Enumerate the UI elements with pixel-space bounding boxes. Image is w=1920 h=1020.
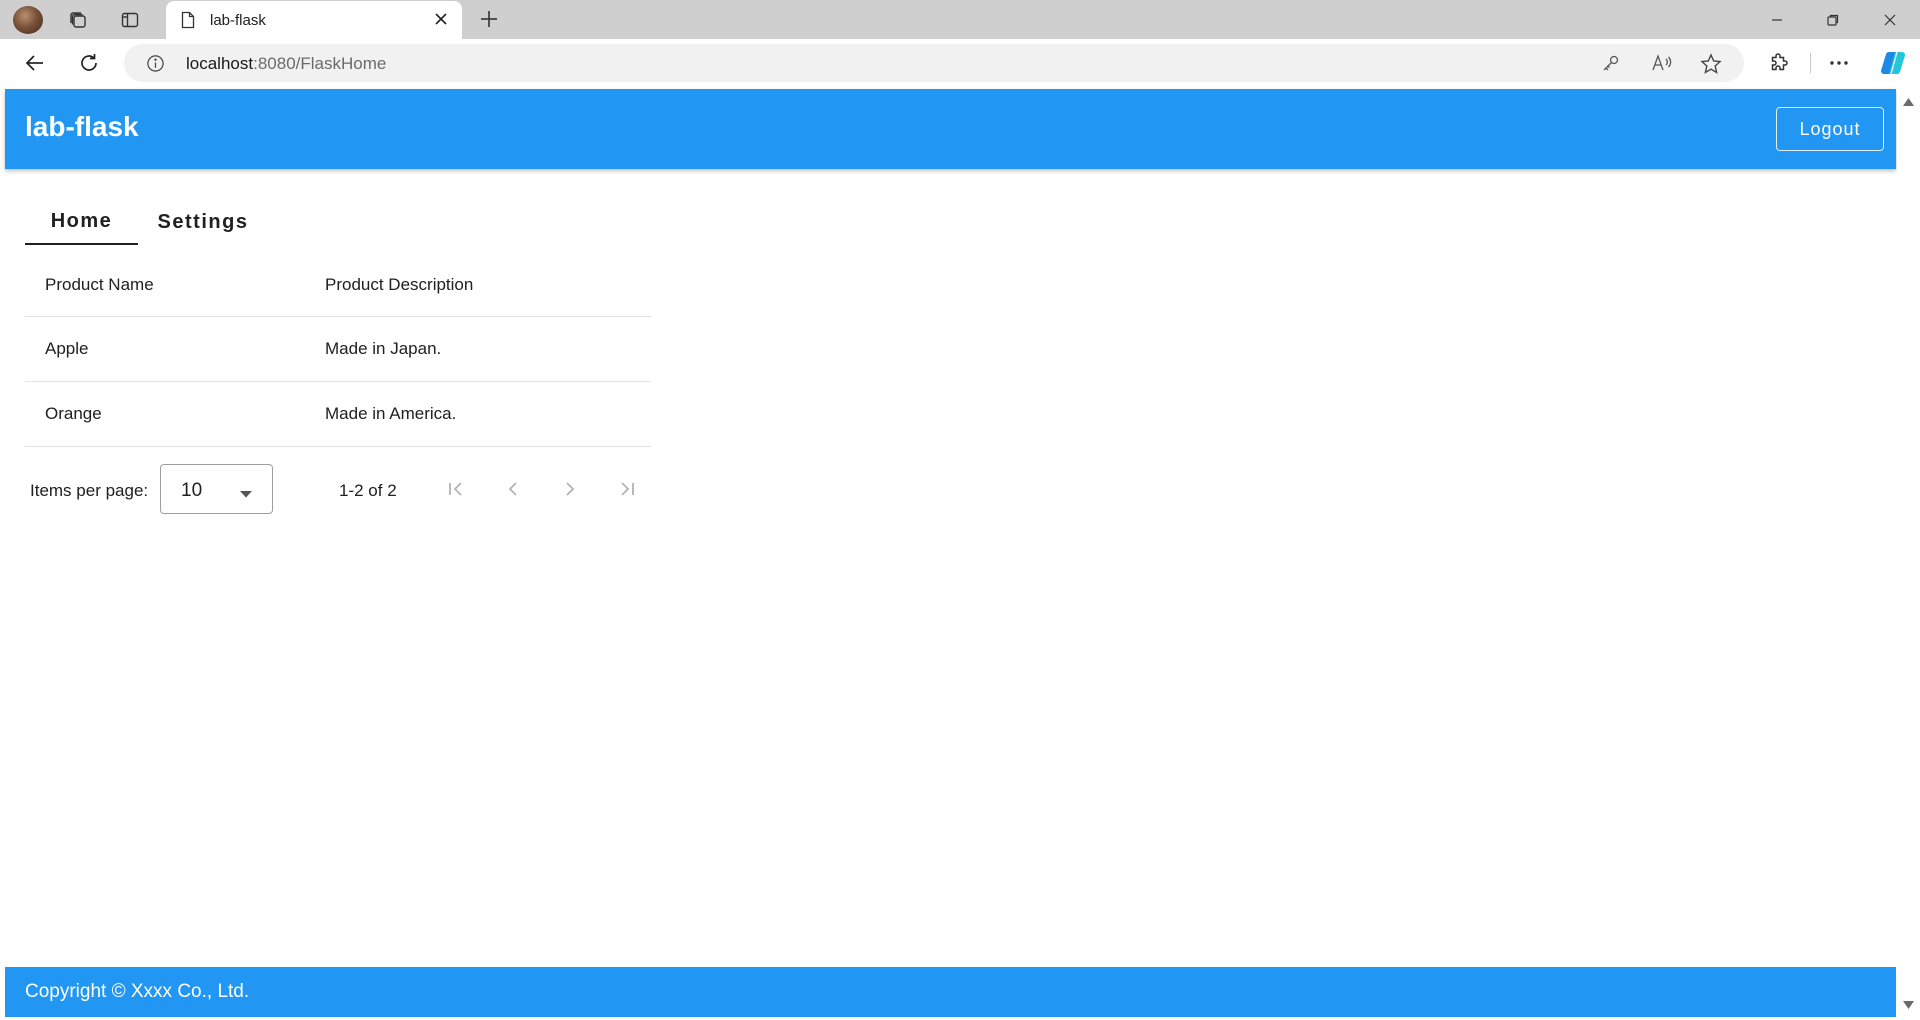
url-text[interactable]: localhost:8080/FlaskHome (186, 54, 386, 74)
table-row[interactable]: Orange Made in America. (25, 382, 651, 447)
extensions-icon[interactable] (1762, 47, 1796, 79)
vertical-scrollbar[interactable] (1897, 87, 1920, 1020)
items-per-page-value: 10 (181, 480, 203, 501)
table-row[interactable]: Apple Made in Japan. (25, 317, 651, 382)
more-options-icon[interactable] (1822, 47, 1856, 79)
tab-settings[interactable]: Settings (138, 199, 268, 245)
browser-tab-active[interactable]: lab-flask (166, 1, 462, 39)
workspaces-icon[interactable] (62, 6, 94, 34)
cell-product-description: Made in America. (325, 404, 457, 423)
password-key-icon[interactable] (1601, 53, 1621, 78)
copyright-text: Copyright © Xxxx Co., Ltd. (25, 981, 250, 1002)
cell-product-name: Apple (45, 339, 89, 358)
items-per-page-select[interactable]: 10 (160, 464, 273, 514)
page-viewport: lab-flask Logout Home Settings Product N… (0, 87, 1920, 1020)
favorite-star-icon[interactable] (1700, 53, 1722, 80)
table-pagination: Items per page: 10 1-2 of 2 (25, 463, 651, 517)
column-header-product-name[interactable]: Product Name (45, 275, 154, 295)
minimize-icon[interactable] (1749, 0, 1805, 39)
app-header: lab-flask Logout (5, 89, 1896, 169)
table-header-row: Product Name Product Description (25, 255, 651, 317)
scroll-up-arrow-icon[interactable] (1903, 93, 1914, 111)
back-arrow-icon[interactable] (18, 47, 52, 79)
column-header-product-description[interactable]: Product Description (325, 275, 473, 295)
pagination-range: 1-2 of 2 (339, 481, 397, 500)
logout-button[interactable]: Logout (1776, 107, 1884, 151)
site-info-icon[interactable] (146, 54, 165, 78)
first-page-icon[interactable] (442, 475, 470, 503)
restore-icon[interactable] (1805, 0, 1861, 39)
cell-product-description: Made in Japan. (325, 339, 442, 358)
page-tabs: Home Settings (25, 199, 268, 245)
vertical-tabs-icon[interactable] (114, 6, 146, 34)
address-bar[interactable]: localhost:8080/FlaskHome (124, 44, 1744, 82)
caret-down-icon (240, 485, 252, 503)
profile-avatar[interactable] (13, 6, 43, 34)
items-per-page-label: Items per page: (30, 481, 149, 500)
app-title: lab-flask (25, 111, 139, 142)
close-icon[interactable] (434, 12, 448, 31)
scroll-down-arrow-icon[interactable] (1903, 996, 1914, 1014)
browser-toolbar: localhost:8080/FlaskHome (0, 39, 1920, 87)
app-footer: Copyright © Xxxx Co., Ltd. (5, 967, 1896, 1017)
new-tab-icon[interactable] (478, 8, 500, 35)
refresh-icon[interactable] (72, 47, 106, 79)
next-page-icon[interactable] (556, 475, 584, 503)
previous-page-icon[interactable] (499, 475, 527, 503)
read-aloud-icon[interactable] (1651, 53, 1673, 78)
toolbar-divider (1810, 53, 1811, 73)
browser-tab-strip: lab-flask (0, 0, 1920, 39)
products-table: Product Name Product Description Apple M… (25, 255, 651, 447)
last-page-icon[interactable] (613, 475, 641, 503)
copilot-icon[interactable] (1876, 47, 1910, 79)
page-icon (180, 11, 196, 34)
tab-title: lab-flask (210, 12, 266, 29)
cell-product-name: Orange (45, 404, 102, 423)
window-close-icon[interactable] (1862, 0, 1918, 39)
tab-home[interactable]: Home (25, 199, 138, 245)
